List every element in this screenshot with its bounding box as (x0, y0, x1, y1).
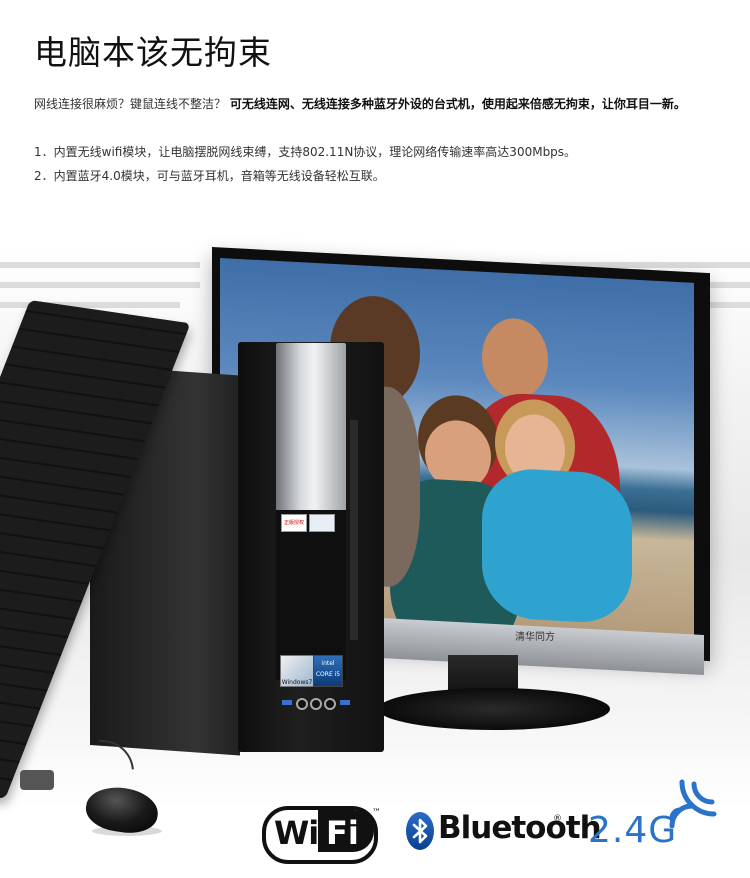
wifi-logo-wi: Wi (274, 814, 319, 852)
intel-badge-brand: intel (321, 660, 335, 667)
usb-port (282, 700, 292, 705)
license-sticker: 正版授权 (281, 514, 307, 532)
intel-badge-model: CORE i5 (315, 671, 341, 678)
audio-port (296, 698, 308, 710)
intro-question: 网线连接很麻烦？键鼠连线不整洁？ (34, 97, 230, 111)
photo-girl-sweater (482, 466, 632, 625)
bluetooth-registered-mark: ® (553, 814, 562, 824)
wifi-logo-fi-block: Fi (318, 810, 374, 852)
keyboard-corner (20, 770, 54, 790)
intro-highlight: 可无线连网、无线连接多种蓝牙外设的台式机，使用起来倍感无拘束，让你耳目一新。 (229, 97, 686, 111)
intro-text: 网线连接很麻烦？键鼠连线不整洁？ 可无线连网、无线连接多种蓝牙外设的台式机，使用… (34, 92, 724, 116)
bluetooth-wordmark: Bluetooth (438, 810, 602, 846)
wifi-logo: Wi Fi (262, 806, 378, 864)
bluetooth-icon (406, 812, 434, 850)
feature-item-bluetooth: 2．内置蓝牙4.0模块，可与蓝牙耳机，音箱等无线设备轻松互联。 (34, 169, 385, 183)
intel-badge: intel CORE i5 (313, 655, 343, 687)
photo-man-face (482, 316, 548, 401)
band-label: 2.4G (588, 810, 678, 851)
feature-list: 1．内置无线wifi模块，让电脑摆脱网线束缚，支持802.11N协议，理论网络传… (34, 140, 724, 188)
wifi-trademark: ™ (372, 808, 381, 818)
power-button (310, 698, 322, 710)
energy-sticker (309, 514, 335, 532)
feature-item-wifi: 1．内置无线wifi模块，让电脑摆脱网线束缚，支持802.11N协议，理论网络传… (34, 145, 577, 159)
product-page: 电脑本该无拘束 网线连接很麻烦？键鼠连线不整洁？ 可无线连网、无线连接多种蓝牙外… (0, 0, 750, 878)
optical-drive-slot (350, 420, 358, 640)
monitor-stand-base (378, 688, 610, 730)
monitor-brand-label: 清华同方 (515, 632, 555, 643)
audio-port (324, 698, 336, 710)
window-blind (0, 262, 200, 268)
usb-port (340, 700, 350, 705)
windows-badge: Windows7 (280, 655, 314, 687)
window-blind (0, 282, 200, 288)
wifi-logo-fi: Fi (326, 814, 359, 852)
page-title: 电脑本该无拘束 (34, 33, 272, 72)
wireless-waves-icon (668, 778, 718, 832)
